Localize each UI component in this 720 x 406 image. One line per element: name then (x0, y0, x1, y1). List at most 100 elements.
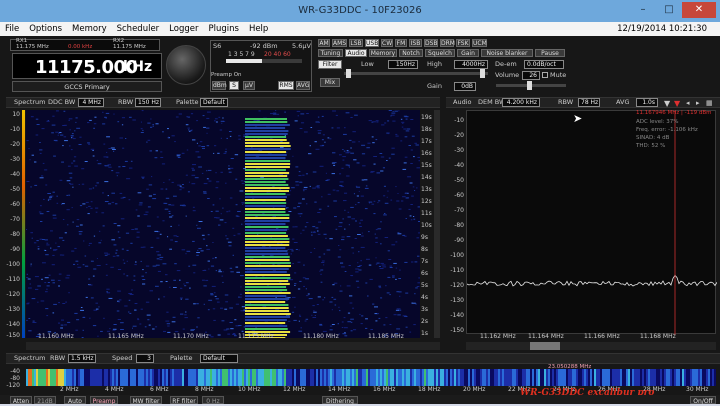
noise-mark (120, 329, 124, 330)
preamp-button[interactable]: Preamp (90, 396, 118, 405)
tab-noise-blanker[interactable]: Noise blanker (481, 49, 533, 57)
mode-fm[interactable]: FM (395, 39, 407, 47)
palette-select-left[interactable]: Default (200, 98, 228, 107)
tab-pause[interactable]: Pause (535, 49, 565, 57)
mode-cw[interactable]: CW (381, 39, 393, 47)
tab-audio[interactable]: Audio (345, 49, 367, 57)
menu-help[interactable]: Help (244, 22, 273, 36)
wideband-mark (542, 369, 544, 386)
menu-plugins[interactable]: Plugins (203, 22, 243, 36)
menu-file[interactable]: File (0, 22, 24, 36)
horizontal-scrollbar-left[interactable] (26, 342, 440, 350)
noise-mark (371, 203, 375, 205)
tab-tuning[interactable]: Tuning (318, 49, 343, 57)
bottom-palette-select[interactable]: Default (200, 354, 238, 363)
menu-memory[interactable]: Memory (67, 22, 112, 36)
audio-spectrum-plot[interactable] (466, 110, 718, 335)
mix-button[interactable]: Mix (320, 78, 340, 87)
signal-mark (245, 241, 290, 243)
noise-mark (232, 227, 235, 229)
mw-filter-button[interactable]: MW filter (130, 396, 162, 405)
auto-button[interactable]: Auto (64, 396, 86, 405)
noise-mark (52, 191, 55, 193)
marker-icon[interactable]: ▼ (674, 99, 680, 108)
deem-field[interactable]: 0.0dB/oct (524, 60, 564, 69)
volume-field[interactable]: 26 (522, 71, 540, 80)
noise-mark (210, 265, 215, 267)
minimize-button[interactable]: – (630, 2, 656, 18)
rf-filter-button[interactable]: RF filter (170, 396, 198, 405)
avg-button[interactable]: AVG (296, 81, 310, 90)
waterfall-display[interactable] (26, 110, 420, 338)
mode-lsb[interactable]: LSB (349, 39, 363, 47)
speed-select[interactable]: 3 (136, 354, 154, 363)
tab-notch[interactable]: Notch (399, 49, 423, 57)
filter-button[interactable]: Filter (318, 60, 342, 69)
scroll-thumb-right[interactable] (530, 342, 560, 350)
dbm-button[interactable]: dBm (212, 81, 227, 90)
rms-button[interactable]: RMS (278, 81, 294, 90)
noise-mark (310, 127, 313, 128)
waterfall-scrollbar[interactable] (434, 110, 440, 338)
noise-mark (292, 155, 294, 157)
menu-logger[interactable]: Logger (164, 22, 203, 36)
wideband-mark (244, 369, 246, 386)
settings-icon[interactable]: ▦ (706, 99, 713, 107)
atten-button[interactable]: Atten (10, 396, 32, 405)
ddc-bw-select[interactable]: 4 MHz (78, 98, 104, 107)
mode-ucm[interactable]: UCM (472, 39, 487, 47)
wideband-waterfall[interactable] (26, 369, 716, 386)
noise-mark (143, 214, 148, 216)
tab-memory[interactable]: Memory (369, 49, 397, 57)
noise-mark (224, 308, 228, 310)
wideband-mark (78, 369, 80, 386)
rbw-select-right[interactable]: 78 Hz (578, 98, 600, 107)
noise-mark (311, 314, 313, 316)
volume-slider-thumb[interactable] (527, 81, 532, 90)
mode-ams[interactable]: AMS (332, 39, 347, 47)
horizontal-scrollbar-right[interactable] (466, 342, 716, 350)
noise-mark (187, 116, 191, 118)
low-slider-thumb[interactable] (346, 69, 351, 78)
dithering-button[interactable]: Dithering (322, 396, 358, 405)
menu-options[interactable]: Options (24, 22, 67, 36)
gain-field[interactable]: 0dB (454, 82, 476, 91)
avg-select[interactable]: 1.0s (636, 98, 658, 107)
mode-dsb[interactable]: DSB (424, 39, 438, 47)
tab-squelch[interactable]: Squelch (425, 49, 455, 57)
x-tick: 8 MHz (195, 386, 214, 393)
wideband-mark (166, 369, 168, 386)
s-button[interactable]: S (229, 81, 239, 90)
atten-value[interactable]: 21dB (34, 396, 56, 405)
high-slider-thumb[interactable] (480, 69, 485, 78)
filter-icon[interactable]: ▼ (664, 99, 670, 108)
marker-right-icon[interactable]: ◂ (686, 99, 690, 107)
mute-checkbox[interactable] (542, 72, 548, 78)
mode-fsk[interactable]: FSK (456, 39, 470, 47)
t-tick: 10s (421, 222, 432, 229)
close-button[interactable]: ✕ (682, 2, 716, 18)
tab-gain[interactable]: Gain (457, 49, 479, 57)
noise-mark (240, 286, 242, 288)
high-field[interactable]: 4000Hz (454, 60, 488, 69)
on-off-button[interactable]: On/Off (690, 396, 716, 405)
mode-am[interactable]: AM (318, 39, 330, 47)
rbw-select-left[interactable]: 150 Hz (135, 98, 161, 107)
t-tick: 12s (421, 198, 432, 205)
mode-drm[interactable]: DRM (440, 39, 455, 47)
rf-filter-value[interactable]: 0 Hz (202, 396, 224, 405)
frequency-display[interactable]: 11175.000 kHz (12, 53, 162, 79)
bottom-rbw-select[interactable]: 1.5 kHz (68, 354, 96, 363)
low-field[interactable]: 150Hz (388, 60, 418, 69)
noise-mark (387, 120, 390, 122)
noise-mark (396, 308, 401, 310)
marker-left-icon[interactable]: ▸ (696, 99, 700, 107)
dem-bw-select[interactable]: 4.200 kHz (502, 98, 540, 107)
mode-isb[interactable]: ISB (409, 39, 422, 47)
mode-usb[interactable]: USB (365, 39, 379, 47)
uv-button[interactable]: µV (243, 81, 255, 90)
tuning-knob[interactable] (166, 45, 206, 85)
maximize-button[interactable]: □ (656, 2, 682, 18)
noise-mark (116, 255, 120, 257)
menu-scheduler[interactable]: Scheduler (112, 22, 165, 36)
